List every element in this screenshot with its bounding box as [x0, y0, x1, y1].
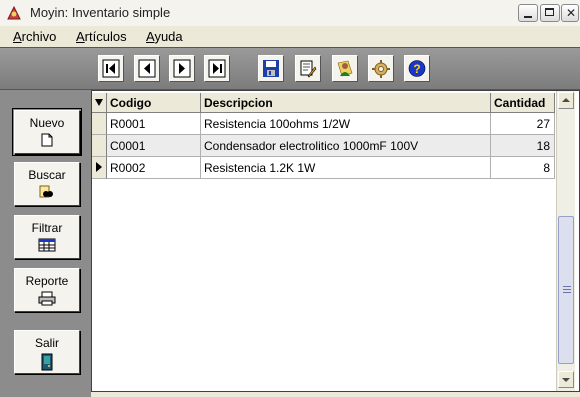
scroll-thumb[interactable] [558, 216, 574, 364]
thumb-grip [563, 286, 571, 287]
menu-bar: Archivo Artículos Ayuda [0, 26, 580, 47]
row-indicator[interactable] [92, 135, 107, 157]
thumb-grip [563, 292, 571, 293]
document-edit-icon [300, 60, 317, 78]
previous-record-icon [138, 59, 156, 78]
minimize-button[interactable] [518, 4, 538, 22]
save-button[interactable] [258, 55, 284, 82]
menu-archivo[interactable]: Archivo [13, 29, 56, 44]
app-icon [7, 5, 21, 20]
scroll-up-button[interactable] [558, 92, 574, 109]
printer-icon [38, 291, 56, 306]
cell-codigo[interactable]: C0001 [107, 135, 201, 157]
menu-articulos[interactable]: Artículos [76, 29, 127, 44]
previous-record-button[interactable] [134, 55, 160, 82]
close-button[interactable]: ✕ [561, 4, 579, 22]
scroll-down-icon [562, 378, 570, 382]
vertical-scrollbar[interactable] [556, 91, 575, 391]
next-record-icon [173, 59, 191, 78]
cell-descripcion[interactable]: Resistencia 1.2K 1W [201, 157, 491, 179]
gear-icon [372, 60, 390, 78]
current-row-arrow-icon [96, 162, 102, 172]
help-button[interactable]: ? [404, 55, 430, 82]
left-button-panel: Nuevo Buscar Filtrar Reporte Salir [0, 90, 91, 397]
nuevo-label: Nuevo [29, 116, 65, 130]
menu-ayuda[interactable]: Ayuda [146, 29, 183, 44]
filtrar-button[interactable]: Filtrar [14, 215, 80, 259]
column-header-cantidad[interactable]: Cantidad [491, 93, 555, 113]
toolbar: ? [0, 47, 580, 90]
help-icon: ? [408, 60, 426, 77]
filtrar-label: Filtrar [31, 221, 63, 235]
table-filter-icon [38, 238, 56, 252]
new-document-icon [41, 133, 53, 147]
nuevo-button[interactable]: Nuevo [12, 108, 82, 156]
column-header-codigo[interactable]: Codigo [107, 93, 201, 113]
scroll-down-button[interactable] [558, 371, 574, 388]
exit-door-icon [41, 353, 53, 371]
title-bar[interactable]: Moyin: Inventario simple ✕ [0, 0, 580, 27]
row-indicator-header[interactable] [92, 93, 107, 113]
last-record-button[interactable] [204, 55, 230, 82]
close-icon: ✕ [565, 6, 577, 20]
cell-cantidad[interactable]: 8 [491, 157, 555, 179]
thumb-grip [563, 289, 571, 290]
user-button[interactable] [332, 55, 358, 82]
cell-codigo[interactable]: R0002 [107, 157, 201, 179]
edit-document-button[interactable] [295, 55, 321, 82]
next-record-button[interactable] [169, 55, 195, 82]
buscar-button[interactable]: Buscar [14, 162, 80, 206]
buscar-label: Buscar [28, 168, 66, 182]
svg-text:?: ? [413, 62, 420, 76]
scroll-up-icon [562, 98, 570, 102]
app-window: Moyin: Inventario simple ✕ Archivo Artíc… [0, 0, 580, 397]
salir-button[interactable]: Salir [14, 330, 80, 374]
row-indicator[interactable] [92, 113, 107, 135]
person-icon [337, 60, 353, 77]
reporte-button[interactable]: Reporte [14, 268, 80, 312]
inventory-grid[interactable]: Codigo Descripcion Cantidad R0001 Resist… [91, 90, 580, 392]
cell-descripcion[interactable]: Resistencia 100ohms 1/2W [201, 113, 491, 135]
minimize-icon [524, 16, 532, 18]
save-disk-icon [263, 60, 279, 77]
search-icon [39, 185, 53, 198]
maximize-icon [545, 8, 554, 16]
column-header-descripcion[interactable]: Descripcion [201, 93, 491, 113]
last-record-icon [208, 59, 226, 78]
maximize-button[interactable] [540, 4, 560, 22]
window-title: Moyin: Inventario simple [30, 5, 171, 20]
cell-codigo[interactable]: R0001 [107, 113, 201, 135]
cell-cantidad[interactable]: 27 [491, 113, 555, 135]
cell-descripcion[interactable]: Condensador electrolitico 1000mF 100V [201, 135, 491, 157]
salir-label: Salir [34, 336, 59, 350]
row-indicator[interactable] [92, 157, 107, 179]
reporte-label: Reporte [25, 274, 69, 288]
first-record-icon [102, 59, 120, 78]
first-record-button[interactable] [98, 55, 124, 82]
sort-arrow-icon [95, 99, 103, 106]
cell-cantidad[interactable]: 18 [491, 135, 555, 157]
settings-button[interactable] [368, 55, 394, 82]
